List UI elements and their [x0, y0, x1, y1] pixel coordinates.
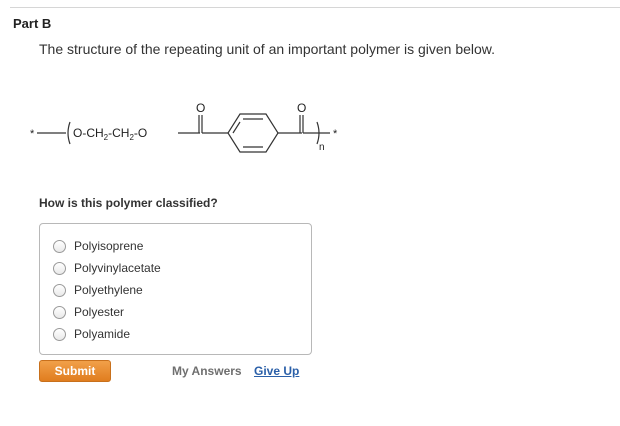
polymer-structure-diagram: * O-CH2-CH2-O O O n * [30, 101, 338, 153]
carbonyl-oxygen-1: O [196, 101, 205, 115]
benzene-ring [227, 113, 279, 153]
chain-ch: -CH [108, 126, 129, 140]
radio-button[interactable] [53, 305, 66, 319]
left-end-star: * [30, 128, 35, 140]
answer-options-box: Polyisoprene Polyvinylacetate Polyethyle… [39, 223, 312, 355]
radio-button[interactable] [53, 283, 66, 297]
svg-text:O-CH2-CH2-O: O-CH2-CH2-O [73, 126, 147, 142]
option-label: Polyethylene [74, 283, 143, 297]
top-divider [10, 7, 620, 8]
left-repeat-bracket [67, 121, 71, 145]
chain-o-ch: O-CH [73, 126, 104, 140]
option-polyester[interactable]: Polyester [53, 304, 124, 320]
option-label: Polyamide [74, 327, 131, 341]
give-up-link[interactable]: Give Up [254, 364, 299, 378]
option-label: Polyisoprene [74, 239, 144, 253]
option-polyethylene[interactable]: Polyethylene [53, 282, 143, 298]
right-end-star: * [333, 128, 338, 140]
question-text: How is this polymer classified? [39, 196, 218, 210]
option-label: Polyvinylacetate [74, 261, 161, 275]
repeat-n-label: n [319, 142, 325, 153]
option-polyvinylacetate[interactable]: Polyvinylacetate [53, 260, 161, 276]
submit-button[interactable]: Submit [39, 360, 111, 382]
chain-o: -O [134, 126, 147, 140]
part-title: Part B [13, 16, 52, 31]
option-polyamide[interactable]: Polyamide [53, 326, 130, 342]
option-polyisoprene[interactable]: Polyisoprene [53, 238, 143, 254]
radio-button[interactable] [53, 239, 66, 253]
my-answers-link[interactable]: My Answers [172, 364, 242, 378]
radio-button[interactable] [53, 327, 66, 341]
carbonyl-oxygen-2: O [297, 101, 306, 115]
radio-button[interactable] [53, 261, 66, 275]
option-label: Polyester [74, 305, 125, 319]
question-prompt: The structure of the repeating unit of a… [39, 41, 496, 57]
